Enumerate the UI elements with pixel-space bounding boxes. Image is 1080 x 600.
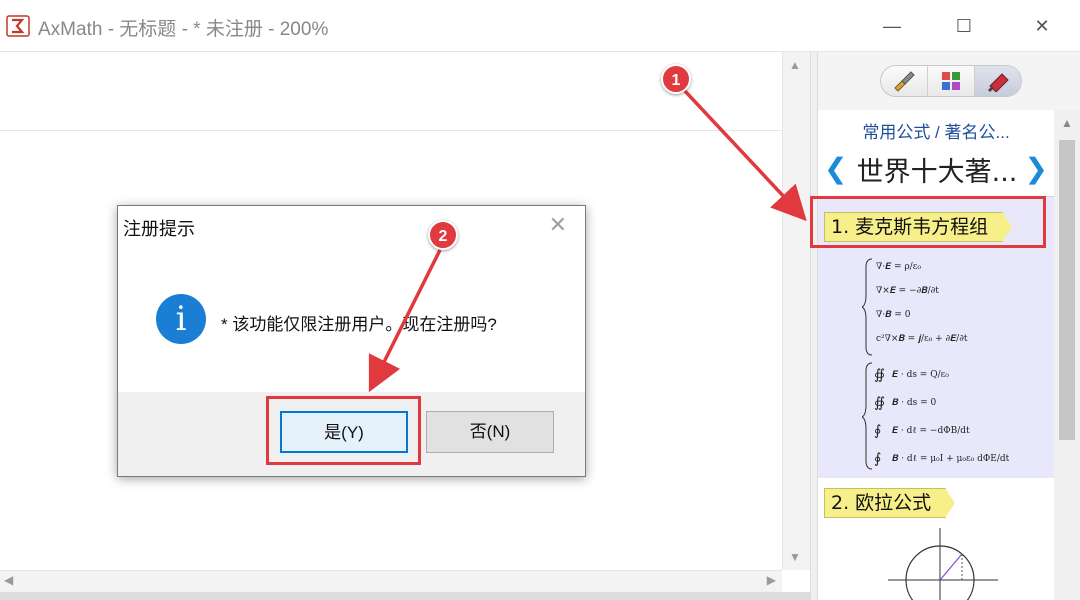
category-navigator: ❮ 世界十大著... ❯ — [818, 148, 1054, 192]
formula-card-euler[interactable]: 2. 欧拉公式 — [818, 482, 1054, 600]
svg-text:∇·𝑩 = 0: ∇·𝑩 = 0 — [876, 310, 911, 320]
title-bar: AxMath - 无标题 - * 未注册 - 200% — ☐ ✕ — [0, 0, 1080, 52]
panel-splitter[interactable] — [810, 52, 818, 600]
annotation-highlight-formula — [810, 196, 1046, 248]
formula-library-tab[interactable] — [975, 66, 1021, 96]
dialog-title: 注册提示 — [123, 219, 195, 239]
bookmark-icon — [987, 73, 1009, 92]
svg-text:∮: ∮ — [874, 423, 881, 439]
svg-text:∯: ∯ — [874, 367, 885, 383]
template-tab[interactable] — [928, 66, 975, 96]
panel-toolbar — [818, 52, 1080, 110]
window-title: AxMath - 无标题 - * 未注册 - 200% — [38, 19, 329, 40]
info-icon: i — [156, 294, 206, 344]
scroll-left-icon[interactable]: ◀ — [4, 573, 13, 587]
chevron-right-icon[interactable]: ❯ — [1025, 152, 1048, 185]
page-top-edge — [0, 130, 782, 131]
document-vertical-scrollbar[interactable]: ▲ ▼ — [782, 52, 810, 570]
euler-unit-circle-image — [888, 528, 998, 600]
grid-icon — [942, 72, 960, 90]
svg-text:𝑩 · dℓ = μ₀I + μ₀ε₀ dΦE/dt: 𝑩 · dℓ = μ₀I + μ₀ε₀ dΦE/dt — [892, 454, 1010, 464]
svg-text:𝑬 · dℓ = −dΦB/dt: 𝑬 · dℓ = −dΦB/dt — [892, 426, 970, 436]
breadcrumb[interactable]: 常用公式 / 著名公... — [818, 118, 1054, 143]
category-title: 世界十大著... — [856, 157, 1018, 188]
panel-mode-switch — [880, 65, 1022, 97]
panel-vertical-scrollbar[interactable]: ▲ — [1054, 110, 1080, 600]
symbol-tab[interactable] — [881, 66, 928, 96]
scroll-right-icon[interactable]: ▶ — [767, 573, 776, 587]
maximize-button[interactable]: ☐ — [944, 10, 984, 42]
maxwell-equations-image: ∇·𝑬 = ρ/ε₀ ∇×𝑬 = −∂𝑩/∂t ∇·𝑩 = 0 c²∇×𝑩 = … — [862, 258, 1010, 470]
dialog-message: * 该功能仅限注册用户。现在注册吗? — [221, 315, 497, 334]
svg-text:𝑩 · ds = 0: 𝑩 · ds = 0 — [892, 398, 937, 408]
scrollbar-thumb[interactable] — [1059, 140, 1075, 440]
close-icon[interactable]: ✕ — [549, 212, 567, 238]
axmath-logo-icon — [6, 15, 30, 37]
brush-icon — [894, 71, 915, 92]
annotation-marker-2: 2 — [428, 220, 458, 250]
svg-text:∇·𝑬 = ρ/ε₀: ∇·𝑬 = ρ/ε₀ — [876, 262, 921, 272]
annotation-marker-1: 1 — [661, 64, 691, 94]
minimize-button[interactable]: — — [872, 10, 912, 42]
document-horizontal-scrollbar[interactable]: ◀ ▶ — [0, 570, 782, 592]
scroll-up-icon[interactable]: ▲ — [789, 58, 801, 72]
formula-list: 常用公式 / 著名公... ❮ 世界十大著... ❯ 1. 麦克斯韦方程组 ∇·… — [818, 110, 1054, 600]
chevron-left-icon[interactable]: ❮ — [824, 152, 847, 185]
svg-text:∮: ∮ — [874, 451, 881, 467]
svg-text:c²∇×𝑩 = 𝒋/ε₀ + ∂𝑬/∂t: c²∇×𝑩 = 𝒋/ε₀ + ∂𝑬/∂t — [876, 334, 968, 344]
formula-label: 2. 欧拉公式 — [824, 488, 956, 518]
svg-text:∯: ∯ — [874, 395, 885, 411]
axmath-window: AxMath - 无标题 - * 未注册 - 200% — ☐ ✕ ▲ ▼ ◀ … — [0, 0, 1080, 600]
close-button[interactable]: ✕ — [1022, 10, 1062, 42]
scroll-up-icon[interactable]: ▲ — [1061, 116, 1073, 130]
svg-text:𝑬 · ds = Q/ε₀: 𝑬 · ds = Q/ε₀ — [892, 370, 949, 380]
no-button[interactable]: 否(N) — [426, 411, 554, 453]
annotation-highlight-yes-button — [266, 396, 421, 465]
formula-library-panel: 常用公式 / 著名公... ❮ 世界十大著... ❯ 1. 麦克斯韦方程组 ∇·… — [818, 52, 1080, 600]
scroll-down-icon[interactable]: ▼ — [789, 550, 801, 564]
svg-text:∇×𝑬 = −∂𝑩/∂t: ∇×𝑬 = −∂𝑩/∂t — [876, 286, 939, 296]
